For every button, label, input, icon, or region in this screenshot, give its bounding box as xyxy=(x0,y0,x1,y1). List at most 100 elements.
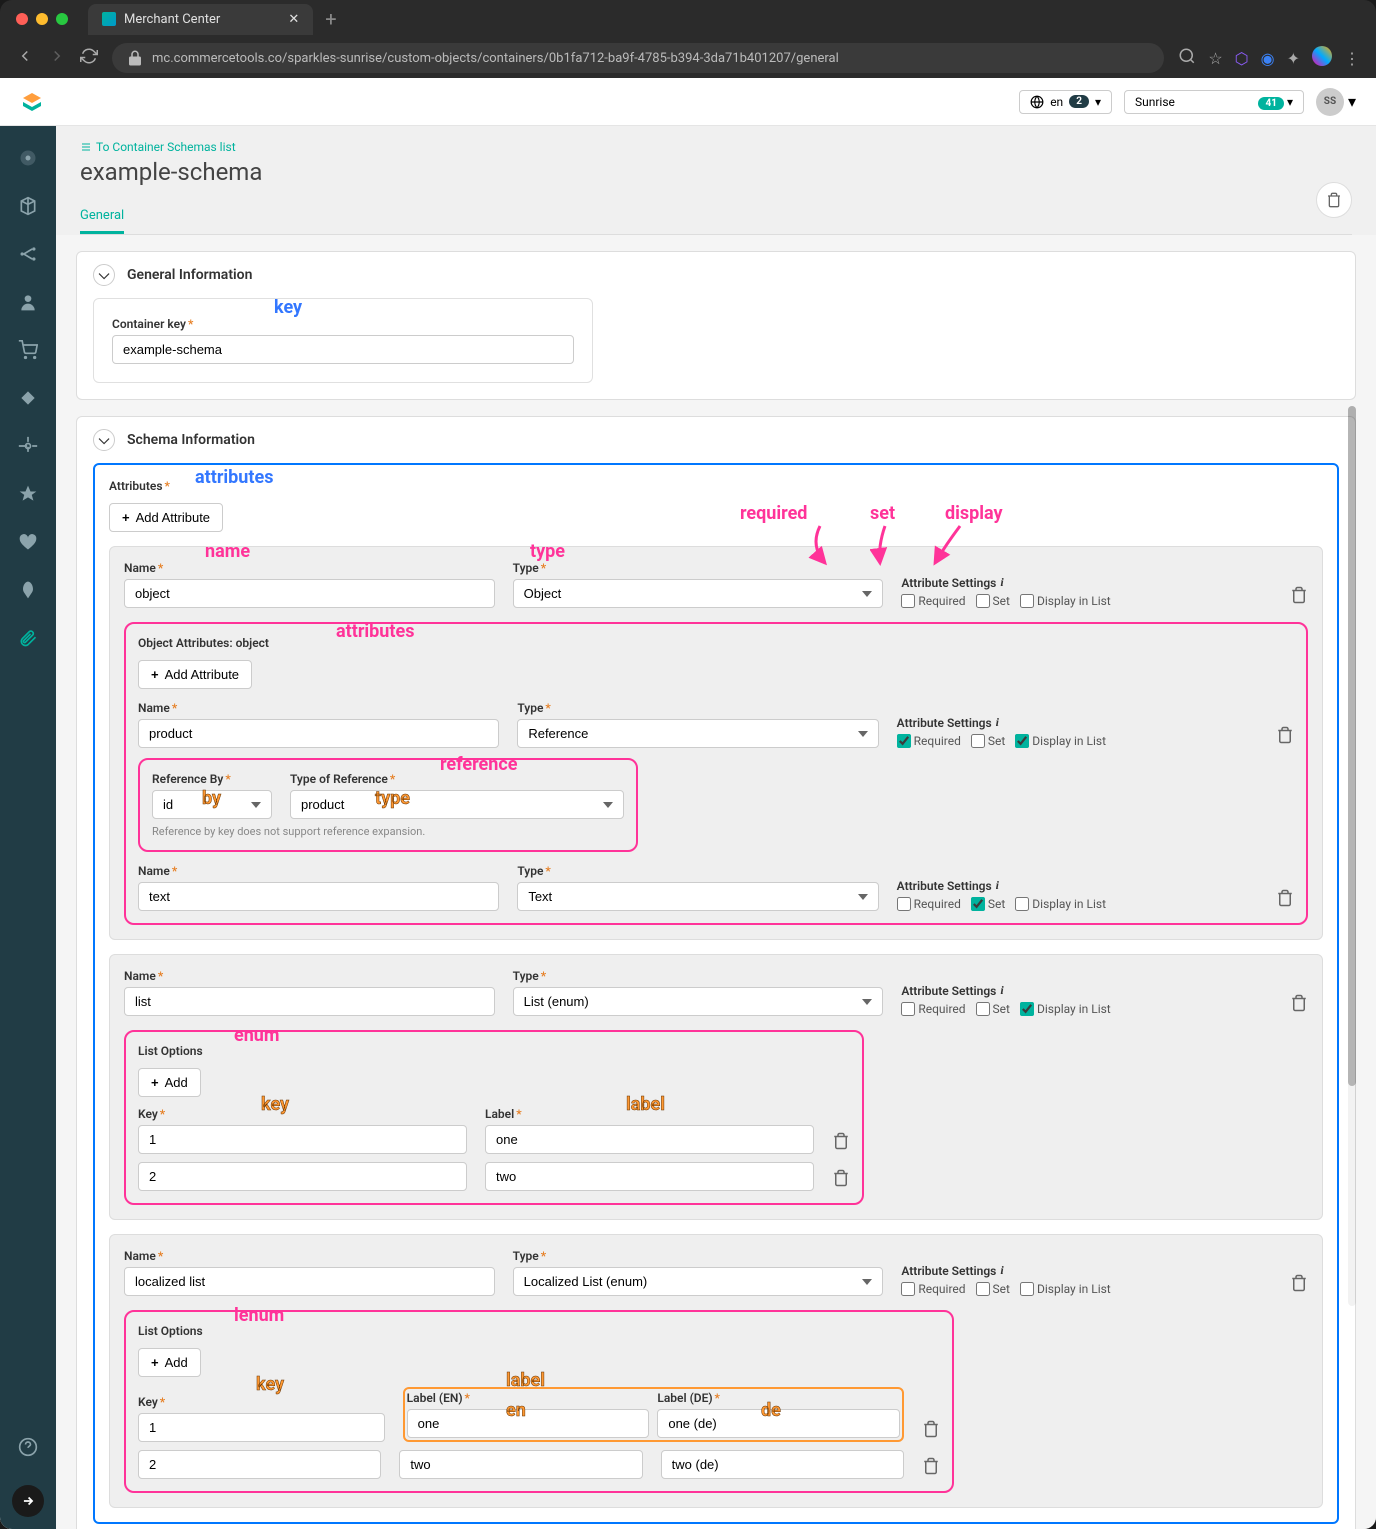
browser-tab[interactable]: Merchant Center ✕ xyxy=(88,4,313,35)
nav-star[interactable] xyxy=(0,472,56,516)
option-key-input[interactable] xyxy=(138,1413,385,1442)
ref-by-select[interactable]: id xyxy=(152,790,272,819)
info-icon[interactable]: i xyxy=(1000,983,1003,998)
display-checkbox[interactable]: Display in List xyxy=(1020,1002,1111,1016)
new-tab-button[interactable]: + xyxy=(325,7,336,31)
required-checkbox[interactable]: Required xyxy=(901,1002,965,1016)
attr-name-input[interactable] xyxy=(124,579,495,608)
delete-schema-button[interactable] xyxy=(1316,182,1352,218)
delete-option-button[interactable] xyxy=(832,1132,850,1154)
option-key-input[interactable] xyxy=(138,1450,381,1479)
expand-sidebar[interactable] xyxy=(12,1485,44,1517)
set-checkbox[interactable]: Set xyxy=(971,897,1005,911)
nav-attachments[interactable] xyxy=(0,616,56,660)
required-checkbox[interactable]: Required xyxy=(897,734,961,748)
option-key-input[interactable] xyxy=(138,1162,467,1191)
delete-option-button[interactable] xyxy=(832,1169,850,1191)
option-label-input[interactable] xyxy=(485,1162,814,1191)
attr-name-input[interactable] xyxy=(138,882,499,911)
star-icon[interactable]: ☆ xyxy=(1208,49,1222,68)
minimize-window[interactable] xyxy=(36,13,48,25)
display-checkbox[interactable]: Display in List xyxy=(1020,594,1111,608)
avatar[interactable]: SS xyxy=(1316,88,1344,116)
settings-label: Attribute Settings i xyxy=(897,715,1258,730)
schema-section-header[interactable]: ⌵ Schema Information xyxy=(77,417,1355,463)
option-key-input[interactable] xyxy=(138,1125,467,1154)
set-checkbox[interactable]: Set xyxy=(976,1002,1010,1016)
language-selector[interactable]: en 2 ▾ xyxy=(1019,90,1112,114)
display-checkbox[interactable]: Display in List xyxy=(1015,734,1106,748)
forward-icon[interactable] xyxy=(48,47,66,69)
chevron-down-icon[interactable]: ▾ xyxy=(1348,92,1356,111)
nav-products[interactable] xyxy=(0,184,56,228)
container-key-input[interactable] xyxy=(112,335,574,364)
nav-categories[interactable] xyxy=(0,232,56,276)
extension-icon-1[interactable]: ⬡ xyxy=(1235,49,1249,68)
nav-customers[interactable] xyxy=(0,280,56,324)
close-window[interactable] xyxy=(16,13,28,25)
add-attribute-button[interactable]: + Add Attribute xyxy=(138,660,252,689)
add-option-button[interactable]: + Add xyxy=(138,1068,201,1097)
required-checkbox[interactable]: Required xyxy=(901,1282,965,1296)
info-icon[interactable]: i xyxy=(1000,1263,1003,1278)
label-en-label: Label (EN) xyxy=(407,1391,650,1405)
attr-type-select[interactable]: Text xyxy=(517,882,878,911)
scrollbar[interactable] xyxy=(1348,406,1356,1306)
reload-icon[interactable] xyxy=(80,47,98,69)
maximize-window[interactable] xyxy=(56,13,68,25)
add-option-button[interactable]: + Add xyxy=(138,1348,201,1377)
nav-settings[interactable] xyxy=(0,424,56,468)
display-checkbox[interactable]: Display in List xyxy=(1015,897,1106,911)
breadcrumb[interactable]: To Container Schemas list xyxy=(80,140,1352,154)
extensions-icon[interactable]: ✦ xyxy=(1287,49,1300,68)
menu-icon[interactable]: ⋮ xyxy=(1344,49,1360,68)
close-tab-icon[interactable]: ✕ xyxy=(288,12,299,27)
attr-name-input[interactable] xyxy=(124,1267,495,1296)
option-label-en-input[interactable] xyxy=(399,1450,642,1479)
option-label-input[interactable] xyxy=(485,1125,814,1154)
type-label: Type xyxy=(513,561,884,575)
profile-icon[interactable] xyxy=(1312,46,1332,70)
option-label-de-input[interactable] xyxy=(657,1409,900,1438)
option-label-en-input[interactable] xyxy=(407,1409,650,1438)
set-checkbox[interactable]: Set xyxy=(976,594,1010,608)
ref-type-select[interactable]: product xyxy=(290,790,624,819)
nav-favorites[interactable] xyxy=(0,520,56,564)
required-checkbox[interactable]: Required xyxy=(897,897,961,911)
attr-type-select[interactable]: Reference xyxy=(517,719,878,748)
info-icon[interactable]: i xyxy=(996,878,999,893)
general-section-header[interactable]: ⌵ General Information xyxy=(77,252,1355,298)
url-input[interactable]: mc.commercetools.co/sparkles-sunrise/cus… xyxy=(112,43,1164,73)
back-icon[interactable] xyxy=(16,47,34,69)
set-checkbox[interactable]: Set xyxy=(976,1282,1010,1296)
required-checkbox[interactable]: Required xyxy=(901,594,965,608)
nav-orders[interactable] xyxy=(0,328,56,372)
nav-dashboard[interactable] xyxy=(0,136,56,180)
delete-attribute-button[interactable] xyxy=(1290,586,1308,608)
attr-name-input[interactable] xyxy=(138,719,499,748)
project-selector[interactable]: Sunrise 41 ▾ xyxy=(1124,90,1304,114)
delete-attribute-button[interactable] xyxy=(1276,726,1294,748)
attr-type-select[interactable]: Object xyxy=(513,579,884,608)
extension-icon-2[interactable]: ◉ xyxy=(1261,49,1275,68)
display-checkbox[interactable]: Display in List xyxy=(1020,1282,1111,1296)
attr-name-input[interactable] xyxy=(124,987,495,1016)
url-text: mc.commercetools.co/sparkles-sunrise/cus… xyxy=(152,51,839,66)
delete-attribute-button[interactable] xyxy=(1290,994,1308,1016)
help-icon[interactable] xyxy=(0,1425,56,1469)
delete-attribute-button[interactable] xyxy=(1276,889,1294,911)
nav-discounts[interactable] xyxy=(0,376,56,420)
info-icon[interactable]: i xyxy=(996,715,999,730)
delete-option-button[interactable] xyxy=(922,1420,940,1442)
zoom-icon[interactable] xyxy=(1178,47,1196,69)
delete-option-button[interactable] xyxy=(922,1457,940,1479)
info-icon[interactable]: i xyxy=(1000,575,1003,590)
attr-type-select[interactable]: List (enum) xyxy=(513,987,884,1016)
add-attribute-button[interactable]: + Add Attribute xyxy=(109,503,223,532)
option-label-de-input[interactable] xyxy=(661,1450,904,1479)
set-checkbox[interactable]: Set xyxy=(971,734,1005,748)
nav-rocket[interactable] xyxy=(0,568,56,612)
tab-general[interactable]: General xyxy=(80,200,124,234)
delete-attribute-button[interactable] xyxy=(1290,1274,1308,1296)
attr-type-select[interactable]: Localized List (enum) xyxy=(513,1267,884,1296)
